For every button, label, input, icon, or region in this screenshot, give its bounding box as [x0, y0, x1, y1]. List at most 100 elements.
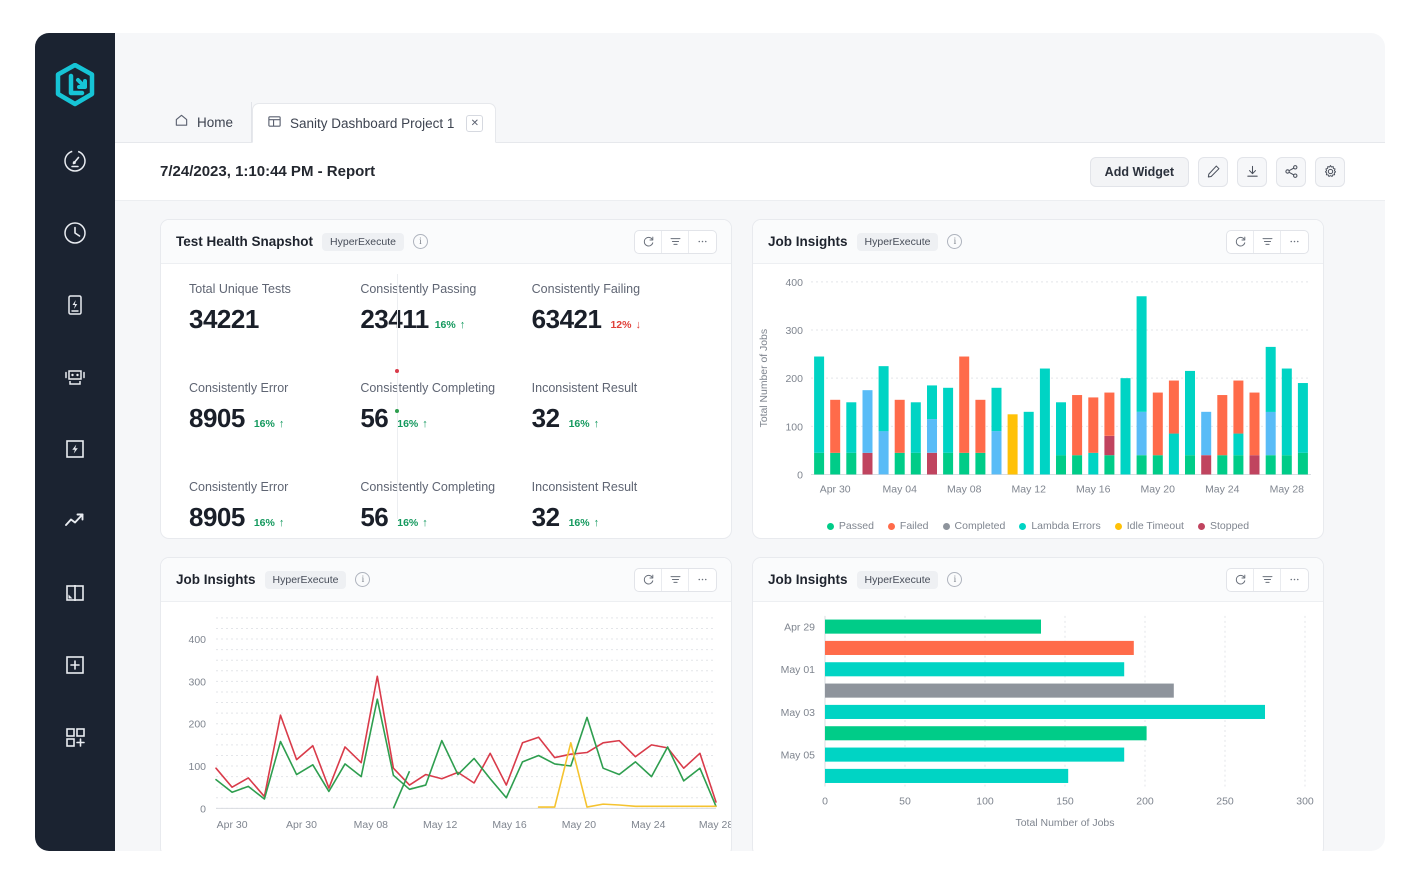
sidebar-item-new-test[interactable]: [53, 643, 97, 687]
stat-total-unique-tests: Total Unique Tests 34221: [189, 282, 360, 335]
arrow-up-icon: ↑: [278, 418, 285, 430]
more-options-icon[interactable]: [1281, 569, 1308, 591]
legend-color-dot: [887, 522, 895, 530]
stat-consistently-completing: Consistently Completing 56 16% ↑: [360, 381, 531, 434]
status-badge: HyperExecute: [856, 232, 939, 251]
sidebar-item-dashboard[interactable]: [53, 139, 97, 183]
lambdatest-logo-icon[interactable]: [51, 61, 99, 109]
filter-icon[interactable]: [1254, 230, 1281, 253]
chart-legend: Passed Failed Completed Lambda Errors Idle T…: [753, 520, 1323, 532]
page-title: 7/24/2023, 1:10:44 PM - Report: [160, 163, 376, 180]
divider: [397, 274, 398, 519]
more-options-icon[interactable]: [1281, 231, 1308, 253]
status-badge: HyperExecute: [322, 232, 404, 251]
stacked-bar-chart[interactable]: 0 100 200 300 400 Apr 30 May 04 May 08 May 12 May…: [753, 264, 1323, 538]
stat-delta: 16%: [568, 517, 590, 529]
svg-text:400: 400: [189, 635, 207, 646]
legend-item[interactable]: Completed: [942, 520, 1006, 532]
legend-label: Passed: [838, 520, 874, 532]
red-marker-dot: [395, 369, 399, 373]
filter-icon[interactable]: [1254, 568, 1281, 591]
svg-text:0: 0: [797, 470, 803, 481]
clock-icon: [62, 220, 88, 246]
legend-item[interactable]: Stopped: [1197, 520, 1250, 532]
svg-text:May 05: May 05: [781, 751, 816, 762]
filter-icon[interactable]: [662, 568, 689, 591]
sidebar-item-add-widget[interactable]: [53, 715, 97, 759]
edit-pencil-icon[interactable]: [1198, 156, 1228, 187]
refresh-icon[interactable]: [1227, 230, 1254, 253]
svg-text:May 20: May 20: [1141, 484, 1176, 495]
stat-label: Inconsistent Result: [531, 381, 638, 395]
more-options-icon[interactable]: [689, 569, 716, 591]
svg-text:May 01: May 01: [781, 665, 816, 676]
svg-text:May 16: May 16: [492, 820, 527, 831]
gear-icon[interactable]: [1315, 156, 1345, 187]
sidebar-item-analytics[interactable]: [53, 499, 97, 543]
legend-item[interactable]: Passed: [826, 520, 874, 532]
download-icon[interactable]: [1237, 156, 1267, 187]
widget-actions: [634, 567, 717, 592]
widget-header: Job Insights HyperExecute i: [753, 558, 1323, 602]
stat-delta: 16%: [397, 517, 419, 529]
legend-color-dot: [1019, 522, 1027, 530]
tab-sanity-dashboard-project-1[interactable]: Sanity Dashboard Project 1 ✕: [252, 103, 497, 143]
legend-label: Stopped: [1209, 520, 1250, 532]
stat-label: Consistently Failing: [531, 282, 641, 296]
svg-text:100: 100: [785, 422, 803, 433]
filter-icon[interactable]: [662, 230, 689, 253]
legend-item[interactable]: Failed: [887, 520, 929, 532]
stats-row-1: Total Unique Tests 34221 Consistently Pa…: [161, 282, 731, 335]
widget-header: Test Health Snapshot HyperExecute i: [161, 220, 731, 264]
widget-actions: [634, 229, 717, 254]
widget-job-insights-hbar: Job Insights HyperExecute i 0 50 100 150 200…: [752, 557, 1324, 851]
svg-text:200: 200: [189, 720, 207, 731]
line-chart[interactable]: 0 100 200 300 400 Apr 30 Apr 30 May 08 May 12 May…: [161, 602, 731, 851]
refresh-icon[interactable]: [635, 568, 662, 591]
legend-label: Lambda Errors: [1031, 520, 1101, 532]
speedometer-icon: [62, 148, 88, 174]
stats-body: Total Unique Tests 34221 Consistently Pa…: [161, 264, 731, 538]
svg-text:Apr 30: Apr 30: [820, 484, 851, 495]
line-chart-svg: 0 100 200 300 400 Apr 30 Apr 30 May 08 May 12 May…: [189, 617, 731, 831]
sidebar-item-automation[interactable]: [53, 355, 97, 399]
stat-value: 63421: [531, 304, 602, 334]
sidebar-item-recent[interactable]: [53, 211, 97, 255]
add-widget-button[interactable]: Add Widget: [1089, 156, 1189, 187]
robot-icon: [61, 364, 89, 390]
info-icon[interactable]: i: [947, 234, 963, 249]
legend-item[interactable]: Idle Timeout: [1114, 520, 1184, 532]
svg-text:300: 300: [1296, 796, 1314, 807]
sidebar-item-hyperexecute[interactable]: [53, 427, 97, 471]
widget-header: Job Insights HyperExecute i: [161, 558, 731, 602]
widget-title: Job Insights: [176, 572, 256, 587]
arrow-up-icon: ↑: [459, 319, 466, 331]
legend-label: Completed: [954, 520, 1006, 532]
stat-value: 8905: [189, 502, 245, 532]
sidebar-item-test-logs[interactable]: [53, 283, 97, 327]
svg-text:Total Number of Jobs: Total Number of Jobs: [1015, 818, 1114, 829]
widget-title: Job Insights: [768, 572, 848, 587]
horizontal-bar-chart[interactable]: 0 50 100 150 200 250 300 Apr 29 May 01 May 03 May …: [753, 602, 1323, 851]
svg-text:May 20: May 20: [562, 820, 597, 831]
refresh-icon[interactable]: [635, 230, 662, 253]
info-icon[interactable]: i: [412, 234, 428, 249]
svg-text:May 24: May 24: [631, 820, 666, 831]
legend-item[interactable]: Lambda Errors: [1019, 520, 1101, 532]
tab-home[interactable]: Home: [160, 102, 253, 142]
arrow-down-icon: ↓: [635, 319, 641, 331]
info-icon[interactable]: i: [947, 572, 963, 587]
refresh-icon[interactable]: [1227, 568, 1254, 591]
info-icon[interactable]: i: [355, 572, 371, 587]
svg-text:Apr 29: Apr 29: [784, 623, 815, 634]
share-icon[interactable]: [1276, 156, 1306, 187]
stat-label: Inconsistent Result: [531, 480, 638, 494]
close-icon[interactable]: ✕: [466, 114, 484, 132]
sidebar-item-compare[interactable]: [53, 571, 97, 615]
svg-text:May 08: May 08: [354, 820, 389, 831]
arrow-up-icon: ↑: [422, 418, 428, 430]
svg-text:400: 400: [785, 278, 803, 289]
legend-label: Idle Timeout: [1126, 520, 1184, 532]
status-badge: HyperExecute: [264, 570, 347, 589]
more-options-icon[interactable]: [689, 231, 716, 253]
